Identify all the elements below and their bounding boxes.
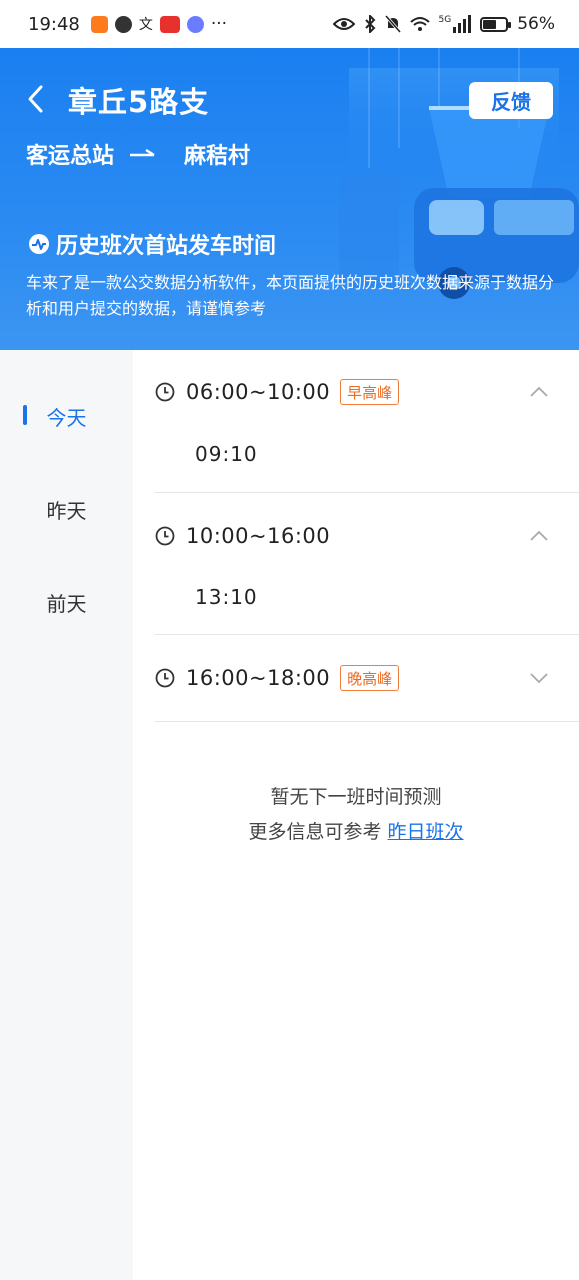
departure-time: 09:10 bbox=[195, 442, 258, 466]
from-stop: 客运总站 bbox=[26, 144, 115, 169]
sidebar-item-label: 昨天 bbox=[46, 498, 87, 523]
network-type: 5G bbox=[438, 15, 452, 25]
route-title: 章丘5路支 bbox=[68, 85, 210, 119]
more-info-line: 更多信息可参考 昨日班次 bbox=[133, 817, 579, 844]
time-slot-header[interactable]: 06:00~10:00 早高峰 bbox=[155, 372, 579, 412]
eye-icon bbox=[332, 18, 355, 30]
time-slot-range: 06:00~10:00 bbox=[186, 380, 331, 404]
music-app-icon bbox=[186, 15, 204, 33]
sidebar-item-label: 今天 bbox=[46, 405, 87, 430]
more-notifications-icon: ··· bbox=[210, 14, 228, 34]
clock-icon bbox=[155, 668, 175, 688]
chevron-down-icon[interactable] bbox=[529, 668, 549, 688]
section-title: 历史班次首站发车时间 bbox=[28, 228, 276, 260]
route-stops: 客运总站 麻秸村 bbox=[26, 138, 250, 170]
divider bbox=[155, 492, 579, 493]
no-prediction-message: 暂无下一班时间预测 bbox=[270, 786, 442, 808]
data-disclaimer: 车来了是一款公交数据分析软件，本页面提供的历史班次数据来源于数据分析和用户提交的… bbox=[26, 273, 555, 318]
schedule-list: 06:00~10:00 早高峰 09:10 10:00~16:00 13:10 … bbox=[133, 350, 579, 1280]
divider bbox=[155, 721, 579, 722]
clock-icon bbox=[155, 382, 175, 402]
translate-app-icon: 文 bbox=[138, 17, 153, 33]
status-time: 19:48 bbox=[28, 13, 80, 35]
wifi-icon bbox=[409, 17, 430, 31]
yesterday-schedule-link[interactable]: 昨日班次 bbox=[388, 821, 464, 843]
active-indicator bbox=[23, 405, 27, 425]
status-bar: 19:48 文 ··· 5G 56% bbox=[0, 0, 579, 48]
day-sidebar: 今天 昨天 前天 bbox=[0, 350, 133, 1280]
taobao-app-icon bbox=[90, 15, 108, 33]
time-slot-range: 16:00~18:00 bbox=[186, 666, 331, 690]
chevron-up-icon[interactable] bbox=[529, 382, 549, 402]
section-title-text: 历史班次首站发车时间 bbox=[56, 234, 277, 259]
signal-icon: 5G bbox=[439, 15, 472, 33]
more-info-text: 更多信息可参考 bbox=[248, 821, 382, 843]
to-stop: 麻秸村 bbox=[184, 144, 251, 169]
chevron-up-icon[interactable] bbox=[529, 526, 549, 546]
peak-tag: 早高峰 bbox=[340, 379, 400, 405]
sidebar-item-day-before[interactable]: 前天 bbox=[0, 582, 133, 622]
battery-icon bbox=[480, 16, 512, 32]
divider bbox=[155, 634, 579, 635]
time-slot-header[interactable]: 16:00~18:00 晚高峰 bbox=[155, 658, 579, 698]
feedback-button[interactable]: 反馈 bbox=[469, 82, 553, 119]
departure-time: 13:10 bbox=[195, 585, 258, 609]
sidebar-item-label: 前天 bbox=[46, 591, 87, 616]
sidebar-item-yesterday[interactable]: 昨天 bbox=[0, 489, 133, 529]
back-arrow-icon[interactable] bbox=[22, 84, 52, 114]
peak-tag: 晚高峰 bbox=[340, 665, 400, 691]
route-header: 章丘5路支 反馈 客运总站 麻秸村 历史班次首站发车时间 车来了是一款公交数据分… bbox=[0, 48, 579, 350]
history-pulse-icon bbox=[29, 234, 49, 254]
time-slot-range: 10:00~16:00 bbox=[186, 524, 331, 548]
mute-bell-icon bbox=[384, 15, 401, 33]
bluetooth-icon bbox=[364, 15, 375, 33]
sidebar-item-today[interactable]: 今天 bbox=[0, 396, 133, 436]
clock-icon bbox=[155, 526, 175, 546]
play-app-icon bbox=[114, 15, 132, 33]
direction-arrow-icon bbox=[130, 149, 155, 157]
red-app-icon bbox=[159, 15, 180, 33]
battery-percent: 56% bbox=[517, 14, 555, 34]
time-slot-header[interactable]: 10:00~16:00 bbox=[155, 516, 579, 556]
